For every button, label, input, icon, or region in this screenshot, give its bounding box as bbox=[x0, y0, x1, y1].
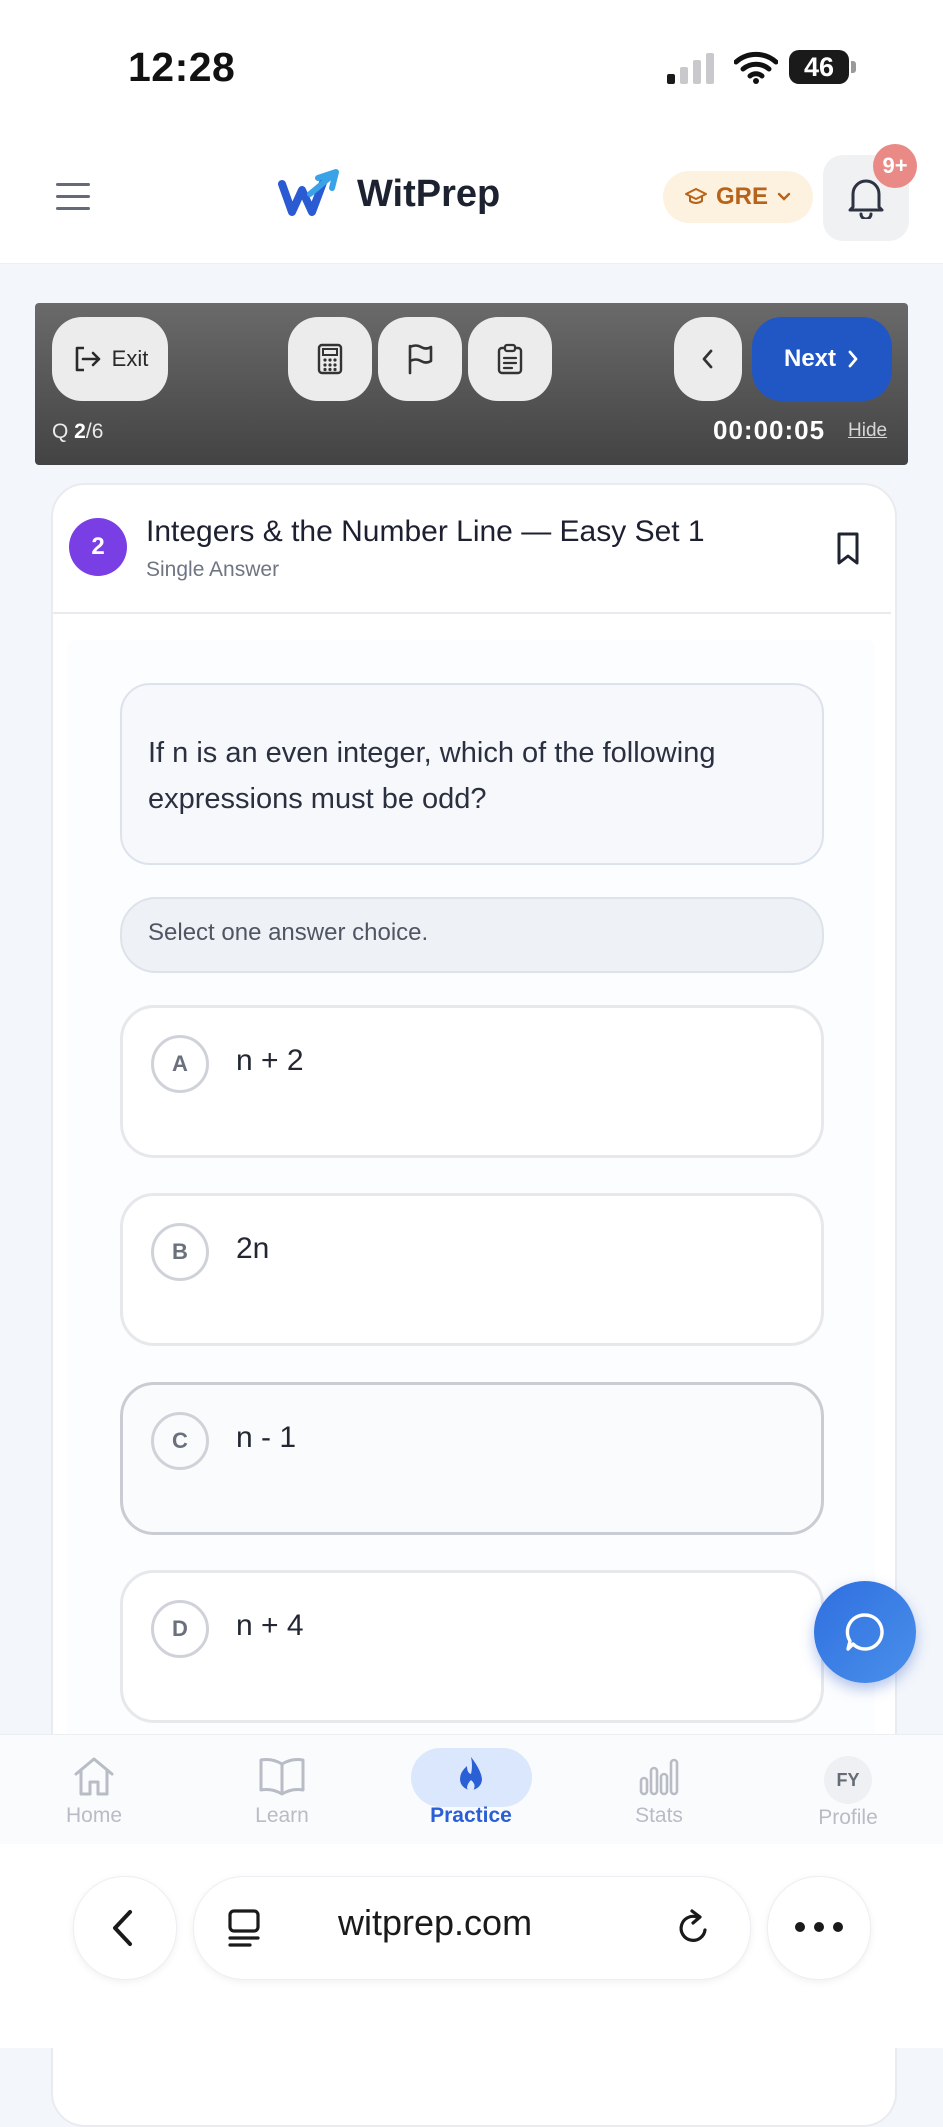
calculator-icon bbox=[317, 343, 343, 375]
hamburger-menu-icon[interactable] bbox=[56, 183, 90, 211]
next-label: Next bbox=[783, 345, 837, 372]
chat-button[interactable] bbox=[814, 1581, 916, 1683]
choice-text: n - 1 bbox=[236, 1421, 297, 1454]
nav-label: Profile bbox=[818, 1806, 878, 1829]
timer: 00:00:05 bbox=[713, 415, 826, 445]
cellular-signal-icon bbox=[667, 52, 717, 84]
bookmark-icon[interactable] bbox=[833, 531, 863, 572]
question-type: Single Answer bbox=[146, 558, 280, 581]
tab-overview-icon bbox=[228, 1909, 260, 1947]
bar-chart-icon bbox=[639, 1758, 679, 1796]
calculator-button[interactable] bbox=[288, 317, 372, 401]
notification-badge: 9+ bbox=[873, 144, 917, 188]
answer-choice-a[interactable]: A n + 2 bbox=[120, 1005, 824, 1158]
nav-label: Home bbox=[65, 1804, 123, 1827]
battery-cap bbox=[851, 61, 856, 73]
battery-level: 46 bbox=[803, 51, 835, 82]
quiz-toolbar: Exit Next Q 2/6 00:00:05 Hide bbox=[35, 303, 908, 465]
choice-text: 2n bbox=[236, 1232, 270, 1265]
brand-name: WitPrep bbox=[357, 173, 501, 215]
choice-text: n + 4 bbox=[236, 1609, 304, 1642]
exit-button[interactable]: Exit bbox=[52, 317, 168, 401]
nav-label: Stats bbox=[635, 1804, 683, 1827]
status-time: 12:28 bbox=[128, 44, 236, 90]
answer-choice-c[interactable]: C n - 1 bbox=[120, 1382, 824, 1535]
question-counter: Q 2/6 bbox=[52, 420, 104, 443]
browser-back-button[interactable] bbox=[73, 1876, 177, 1980]
nav-home[interactable]: Home bbox=[29, 1754, 159, 1828]
flag-icon bbox=[408, 344, 433, 375]
choice-text: n + 2 bbox=[236, 1044, 304, 1077]
choice-letter: C bbox=[151, 1412, 209, 1470]
choice-letter: D bbox=[151, 1600, 209, 1658]
choice-letter: B bbox=[151, 1223, 209, 1281]
nav-learn[interactable]: Learn bbox=[217, 1754, 347, 1828]
next-button[interactable]: Next bbox=[752, 317, 892, 401]
chevron-right-icon bbox=[848, 350, 858, 368]
chevron-down-icon bbox=[777, 192, 791, 201]
exit-icon bbox=[75, 346, 100, 372]
flag-button[interactable] bbox=[378, 317, 462, 401]
clipboard-icon bbox=[497, 343, 523, 375]
answer-choice-b[interactable]: B 2n bbox=[120, 1193, 824, 1346]
nav-practice[interactable]: Practice bbox=[406, 1754, 536, 1828]
chat-bubble-icon bbox=[845, 1613, 884, 1651]
browser-more-button[interactable] bbox=[767, 1876, 871, 1980]
url-text: witprep.com bbox=[338, 1902, 533, 1943]
reload-icon[interactable] bbox=[674, 1908, 712, 1948]
hide-timer-link[interactable]: Hide bbox=[848, 420, 887, 442]
nav-profile[interactable]: FY Profile bbox=[783, 1754, 913, 1830]
exam-selector-label: GRE bbox=[715, 183, 768, 210]
question-number-badge: 2 bbox=[69, 518, 127, 576]
graduation-cap-icon bbox=[684, 188, 707, 204]
exit-label: Exit bbox=[111, 346, 149, 371]
chevron-left-icon bbox=[702, 349, 713, 369]
wifi-icon bbox=[733, 50, 779, 89]
answer-choice-d[interactable]: D n + 4 bbox=[120, 1570, 824, 1723]
nav-label: Learn bbox=[255, 1804, 309, 1827]
question-current: 2 bbox=[74, 420, 86, 443]
choice-letter: A bbox=[151, 1035, 209, 1093]
question-prompt: If n is an even integer, which of the fo… bbox=[148, 737, 716, 815]
chevron-left-icon bbox=[113, 1910, 132, 1946]
previous-button[interactable] bbox=[674, 317, 742, 401]
flame-icon bbox=[460, 1757, 482, 1791]
open-book-icon bbox=[259, 1758, 305, 1796]
more-dots-icon bbox=[795, 1922, 843, 1932]
battery-icon: 46 bbox=[789, 50, 849, 84]
nav-label: Practice bbox=[430, 1804, 512, 1827]
notes-button[interactable] bbox=[468, 317, 552, 401]
nav-stats[interactable]: Stats bbox=[594, 1754, 724, 1828]
witprep-logo-icon bbox=[278, 168, 342, 222]
card-divider bbox=[53, 612, 891, 614]
exam-selector[interactable]: GRE bbox=[663, 171, 813, 223]
profile-avatar: FY bbox=[824, 1756, 872, 1804]
home-icon bbox=[74, 1757, 114, 1796]
question-set-title: Integers & the Number Line — Easy Set 1 bbox=[146, 515, 705, 548]
instruction-text: Select one answer choice. bbox=[148, 919, 429, 946]
